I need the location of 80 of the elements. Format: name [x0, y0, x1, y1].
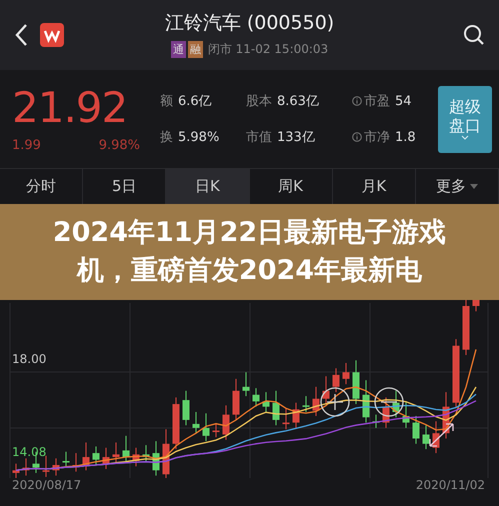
- stat-label: 股本: [246, 93, 272, 110]
- candlestick: [322, 376, 330, 404]
- headline: 2024年11月22日最新电子游戏机，重磅首发2024年最新电: [52, 216, 448, 288]
- price-axis-label: 18.00: [12, 352, 46, 366]
- candlestick: [72, 453, 80, 472]
- candlestick: [152, 441, 160, 476]
- stat-value: 5.98%: [178, 130, 220, 144]
- candlestick: [382, 397, 390, 428]
- info-icon[interactable]: [352, 96, 362, 106]
- candlestick: [112, 442, 120, 462]
- percent-change: 9.98%: [98, 138, 140, 153]
- stat-label: 换: [160, 129, 173, 146]
- stat-value: 8.63亿: [277, 93, 319, 110]
- candlestick: [392, 390, 400, 418]
- candlestick: [352, 360, 360, 404]
- stat-label: 额: [160, 93, 173, 110]
- candlestick: [262, 392, 270, 412]
- zoom-in-icon[interactable]: [320, 387, 350, 417]
- zoom-out-icon[interactable]: [374, 387, 404, 417]
- candlestick: [282, 408, 290, 430]
- stock-title: 江铃汽车 (000550): [164, 11, 334, 36]
- candlestick: [472, 300, 480, 312]
- candlestick: [402, 401, 410, 428]
- stat-value: 133亿: [277, 129, 315, 146]
- candlestick: [452, 339, 460, 408]
- candlestick: [372, 414, 380, 428]
- candlestick: [212, 424, 220, 438]
- stat-label: 市盈: [364, 93, 390, 110]
- app-logo-icon: [40, 23, 64, 47]
- price-change: 1.99: [12, 138, 41, 153]
- candlestick: [442, 392, 450, 438]
- stat-label: 市值: [246, 129, 272, 146]
- date-axis-label: 2020/08/17: [12, 478, 82, 492]
- candlestick: [312, 386, 320, 416]
- candlestick: [332, 368, 340, 392]
- candlestick: [162, 429, 170, 478]
- stat-label: 市净: [364, 129, 390, 146]
- candlestick: [342, 362, 350, 384]
- candlestick: [142, 445, 150, 462]
- market-badge: 融: [188, 41, 203, 58]
- candlestick: [292, 402, 300, 428]
- candlestick: [92, 446, 100, 465]
- stat-value: 1.8: [395, 130, 416, 144]
- candlestick: [252, 388, 260, 407]
- candlestick: [102, 448, 110, 469]
- candlestick: [222, 405, 230, 440]
- back-icon[interactable]: [14, 23, 28, 47]
- candlestick: [462, 300, 470, 356]
- candlestick: [302, 396, 310, 412]
- info-icon[interactable]: [352, 132, 362, 142]
- search-icon[interactable]: [463, 24, 485, 46]
- candlestick: [242, 372, 250, 396]
- market-status: 闭市 11-02 15:00:03: [208, 41, 328, 58]
- candlestick: [122, 436, 130, 462]
- candlestick: [272, 390, 280, 426]
- market-badge: 通: [170, 41, 186, 58]
- stat-value: 6.6亿: [178, 93, 212, 110]
- candlestick: [22, 458, 30, 476]
- candlestick: [422, 425, 430, 450]
- date-axis-label: 2020/11/02: [416, 478, 485, 492]
- candlestick: [202, 413, 210, 442]
- candlestick: [182, 390, 190, 426]
- stock-price: 21.92: [12, 85, 128, 132]
- candlestick: [362, 380, 370, 423]
- candlestick: [192, 412, 200, 434]
- period-tab[interactable]: 日K: [166, 169, 250, 204]
- expand-arrow-icon[interactable]: [429, 423, 454, 447]
- candlestick: [12, 464, 20, 478]
- chevron-down-icon: [461, 134, 469, 140]
- candlestick: [42, 456, 50, 477]
- candlestick: [412, 416, 420, 444]
- price-axis-label: 14.08: [12, 445, 46, 459]
- candlestick: [62, 452, 70, 468]
- candlestick: [232, 378, 240, 420]
- stat-value: 54: [395, 94, 412, 108]
- candlestick: [82, 442, 90, 470]
- candlestick: [132, 448, 140, 466]
- candlestick: [52, 458, 60, 476]
- candlestick: [432, 421, 440, 454]
- candlestick: [172, 397, 180, 450]
